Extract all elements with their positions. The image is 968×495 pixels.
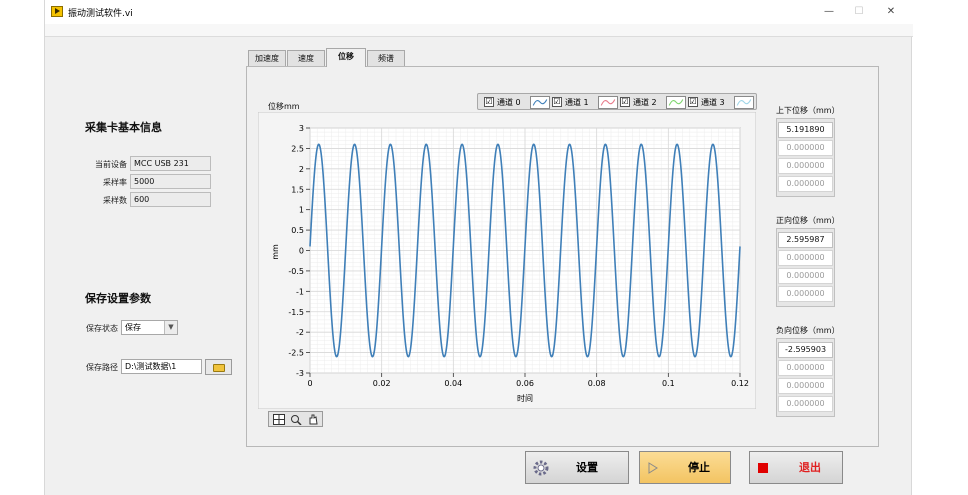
displacement-chart[interactable]: 3 2.5 2 1.5 1 0.5 0 -0.5 -1 -1.5 -2 -2.5 -3 0 0.02 0.0… [258,112,756,409]
plot-legend[interactable]: ☑ 通道 0 ☑ 通道 1 ☑ 通道 2 ☑ 通道 3 [477,93,757,110]
negative-value-1: 0.000000 [778,360,833,376]
zoom-grid-icon[interactable] [273,414,285,425]
y-tick-label: -3 [296,369,304,378]
title-bar: 振动测试软件.vi — ☐ ✕ [45,0,913,24]
updown-value-1: 0.000000 [778,140,833,156]
legend-item-channel-1[interactable]: ☑ 通道 1 [552,96,620,109]
legend-swatch-icon [666,96,686,109]
x-tick-label: 0.04 [444,379,462,388]
negative-value-0: -2.595903 [778,342,833,358]
labview-vi-icon [51,6,63,17]
x-tick-label: 0.1 [662,379,675,388]
stop-square-icon [758,463,768,473]
tab-spectrum[interactable]: 频谱 [367,50,405,66]
x-tick-label: 0.08 [588,379,606,388]
device-label: 当前设备 [95,160,127,169]
legend-label: 通道 2 [633,98,657,107]
exit-button[interactable]: 退出 [749,451,843,484]
checkbox-icon[interactable]: ☑ [620,97,630,107]
positive-value-2: 0.000000 [778,268,833,284]
positive-value-0: 2.595987 [778,232,833,248]
legend-item-channel-2[interactable]: ☑ 通道 2 [620,96,688,109]
y-tick-label: 2 [299,165,304,174]
checkbox-icon[interactable]: ☑ [552,97,562,107]
exit-button-label: 退出 [799,461,821,474]
tab-acceleration[interactable]: 加速度 [248,50,286,66]
save-state-label: 保存状态 [86,324,118,333]
stop-button-label: 停止 [688,461,710,474]
checkbox-icon[interactable]: ☑ [688,97,698,107]
graph-palette[interactable] [268,411,323,427]
updown-displacement-title: 上下位移（mm） [776,106,840,115]
negative-displacement-title: 负向位移（mm） [776,326,840,335]
close-button[interactable]: ✕ [877,3,905,21]
sample-rate-field: 5000 [130,174,211,189]
legend-label: 通道 0 [497,98,521,107]
negative-value-3: 0.000000 [778,396,833,412]
settings-button[interactable]: 设置 [525,451,629,484]
chevron-down-icon[interactable]: ▼ [164,321,177,334]
sample-count-label: 采样数 [103,196,127,205]
gear-icon [533,460,549,476]
y-tick-label: -0.5 [288,267,304,276]
save-state-value: 保存 [125,323,141,332]
card-info-title: 采集卡基本信息 [85,121,162,134]
y-tick-label: 1 [299,206,304,215]
y-tick-label: 0.5 [291,226,304,235]
legend-swatch-icon [598,96,618,109]
tab-displacement[interactable]: 位移 [326,48,366,67]
legend-swatch-icon [734,96,754,109]
y-tick-label: 0 [299,247,304,256]
sample-rate-label: 采样率 [103,178,127,187]
y-tick-label: 3 [299,124,304,133]
legend-swatch-icon [530,96,550,109]
updown-value-0: 5.191890 [778,122,833,138]
negative-value-2: 0.000000 [778,378,833,394]
folder-icon [213,364,225,372]
positive-value-3: 0.000000 [778,286,833,302]
x-tick-label: 0.12 [731,379,749,388]
checkbox-icon[interactable]: ☑ [484,97,494,107]
zoom-icon[interactable] [290,414,302,425]
y-tick-label: -2 [296,328,304,337]
legend-label: 通道 3 [701,98,725,107]
x-axis-label: 时间 [517,393,533,403]
save-path-input[interactable]: D:\测试数据\1 [121,359,202,374]
legend-label: 通道 1 [565,98,589,107]
tab-velocity[interactable]: 速度 [287,50,325,66]
legend-item-channel-3[interactable]: ☑ 通道 3 [688,96,756,109]
sample-count-field: 600 [130,192,211,207]
menu-strip [45,24,913,37]
updown-value-2: 0.000000 [778,158,833,174]
y-tick-label: 1.5 [291,185,304,194]
save-settings-title: 保存设置参数 [85,292,151,305]
play-outline-icon [648,462,658,474]
y-tick-label: 2.5 [291,144,304,153]
updown-value-3: 0.000000 [778,176,833,192]
maximize-button[interactable]: ☐ [845,3,873,21]
settings-button-label: 设置 [576,461,598,474]
save-state-dropdown[interactable]: 保存 ▼ [121,320,178,335]
positive-value-1: 0.000000 [778,250,833,266]
save-path-label: 保存路径 [86,363,118,372]
stop-button[interactable]: 停止 [639,451,731,484]
chart-title: 位移mm [268,102,300,111]
y-tick-label: -1 [296,287,304,296]
x-tick-label: 0.02 [373,379,391,388]
x-tick-label: 0.06 [516,379,534,388]
positive-displacement-title: 正向位移（mm） [776,216,840,225]
y-axis-label: mm [271,244,280,260]
pan-hand-icon[interactable] [307,414,319,425]
x-tick-label: 0 [307,379,312,388]
legend-item-channel-0[interactable]: ☑ 通道 0 [484,96,552,109]
y-tick-label: -1.5 [288,308,304,317]
window-title: 振动测试软件.vi [68,9,133,19]
minimize-button[interactable]: — [815,3,843,21]
browse-folder-button[interactable] [205,359,232,375]
y-tick-label: -2.5 [288,349,304,358]
device-field: MCC USB 231 [130,156,211,171]
